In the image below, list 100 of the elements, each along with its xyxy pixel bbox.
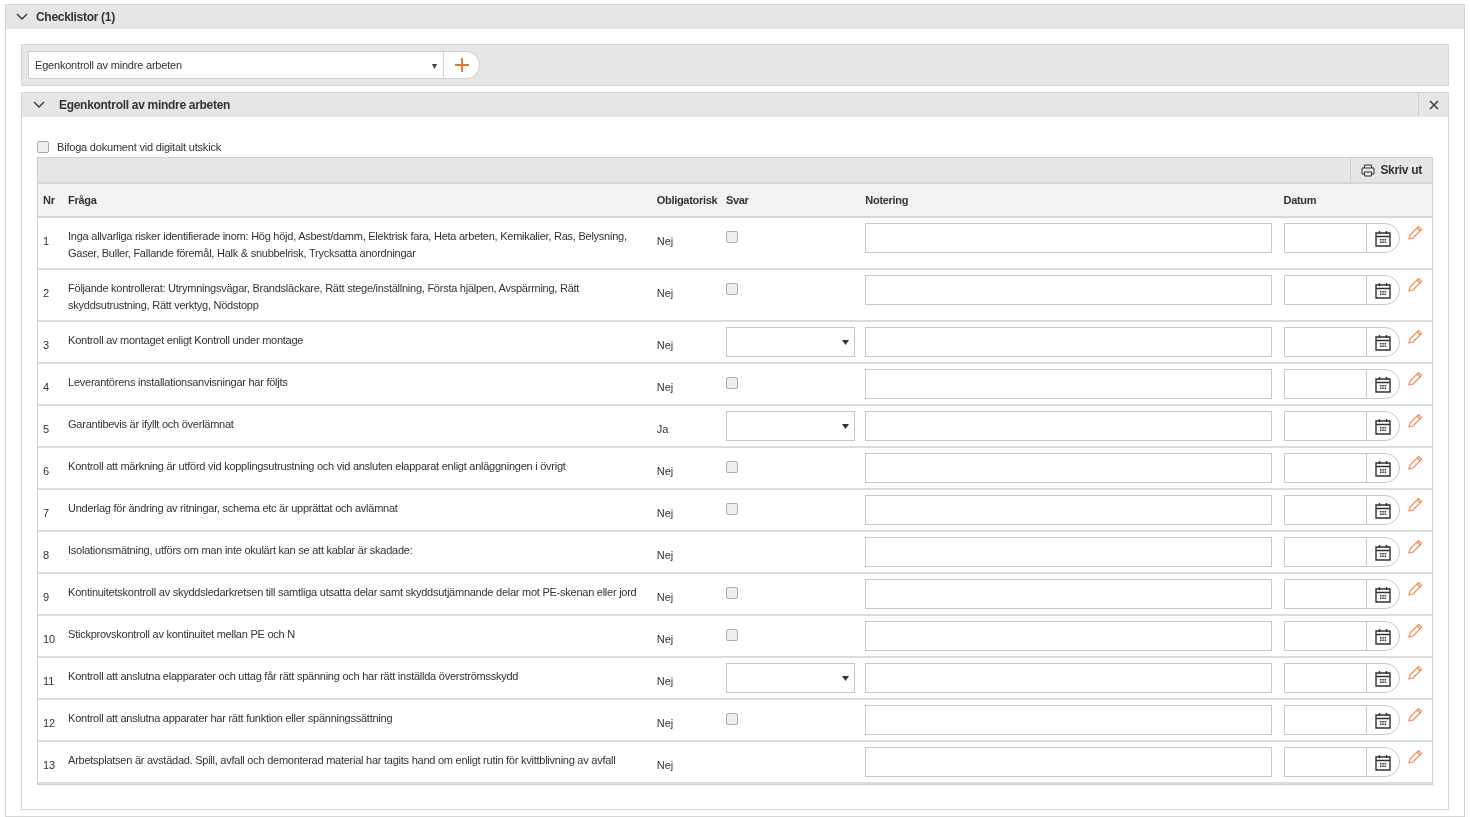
note-field[interactable] xyxy=(865,223,1273,253)
column-header: Fråga xyxy=(68,193,97,206)
calendar-icon[interactable] xyxy=(1374,501,1391,519)
calendar-icon[interactable] xyxy=(1374,375,1391,393)
required-value: Nej xyxy=(656,549,674,561)
calendar-icon[interactable] xyxy=(1374,711,1391,729)
pencil-icon[interactable] xyxy=(1407,707,1423,722)
calendar-icon[interactable] xyxy=(1374,417,1391,435)
answer-checkbox[interactable] xyxy=(725,713,738,725)
printer-icon xyxy=(1361,163,1376,177)
pencil-icon[interactable] xyxy=(1407,413,1423,428)
pencil-icon[interactable] xyxy=(1407,581,1423,596)
calendar-icon[interactable] xyxy=(1374,333,1391,351)
note-field[interactable] xyxy=(865,327,1273,357)
row-number: 9 xyxy=(43,591,50,603)
required-value: Ja xyxy=(656,423,669,435)
note-field[interactable] xyxy=(865,663,1273,693)
note-field[interactable] xyxy=(865,369,1273,399)
note-field[interactable] xyxy=(865,705,1273,735)
row-number: 8 xyxy=(43,549,50,561)
row-number: 4 xyxy=(43,381,50,393)
question-text: Inga allvarliga risker identifierade inom: Hög höjd, Asbest/damm, Elektrisk fara, Heta arbeten, Kemikalier, Ras, Belysning, Gaser, Buller, Fallande föremål, Halk & snubbelrisk, Trycksatta anordningar xyxy=(68,229,628,261)
pencil-icon[interactable] xyxy=(1407,277,1423,292)
pencil-icon[interactable] xyxy=(1407,623,1423,638)
row-number: 5 xyxy=(43,423,50,435)
row-number: 11 xyxy=(43,675,55,687)
calendar-icon[interactable] xyxy=(1374,585,1391,603)
note-field[interactable] xyxy=(865,275,1273,305)
answer-checkbox[interactable] xyxy=(725,461,738,473)
row-number: 12 xyxy=(43,717,56,729)
question-text: Kontroll att anslutna apparater har rätt funktion eller spänningssättning xyxy=(68,711,394,726)
pencil-icon[interactable] xyxy=(1407,225,1423,240)
add-button[interactable] xyxy=(444,51,480,79)
calendar-icon[interactable] xyxy=(1374,229,1391,247)
date-field[interactable] xyxy=(1283,705,1400,735)
required-value: Nej xyxy=(656,235,674,247)
pencil-icon[interactable] xyxy=(1407,539,1423,554)
column-header: Svar xyxy=(725,193,749,206)
note-field[interactable] xyxy=(865,747,1273,777)
note-field[interactable] xyxy=(865,411,1273,441)
date-field[interactable] xyxy=(1283,411,1400,441)
row-number: 10 xyxy=(43,633,56,645)
date-field[interactable] xyxy=(1283,747,1400,777)
question-text: Kontroll att anslutna elapparater och uttag får rätt spänning och har rätt inställda överströmsskydd xyxy=(68,669,520,684)
section-header[interactable]: Checklistor (1) xyxy=(6,5,1464,29)
calendar-icon[interactable] xyxy=(1374,753,1391,771)
checklist-title: Egenkontroll av mindre arbeten xyxy=(59,97,231,114)
answer-checkbox[interactable] xyxy=(725,503,738,515)
date-field[interactable] xyxy=(1283,223,1400,253)
date-field[interactable] xyxy=(1283,621,1400,651)
answer-select[interactable] xyxy=(725,411,855,441)
date-field[interactable] xyxy=(1283,579,1400,609)
required-value: Nej xyxy=(656,675,674,687)
pencil-icon[interactable] xyxy=(1407,371,1423,386)
calendar-icon[interactable] xyxy=(1374,669,1391,687)
section-title: Checklistor (1) xyxy=(36,9,115,26)
calendar-icon[interactable] xyxy=(1374,543,1391,561)
required-value: Nej xyxy=(656,507,674,519)
date-field[interactable] xyxy=(1283,453,1400,483)
checklist-header[interactable]: Egenkontroll av mindre arbeten xyxy=(22,93,1448,117)
pencil-icon[interactable] xyxy=(1407,749,1423,764)
answer-checkbox[interactable] xyxy=(725,587,738,599)
answer-checkbox[interactable] xyxy=(725,231,738,243)
question-text: Isolationsmätning, utförs om man inte okulärt kan se att kablar är skadade: xyxy=(68,543,414,558)
note-field[interactable] xyxy=(865,495,1273,525)
date-field[interactable] xyxy=(1283,537,1400,567)
row-number: 2 xyxy=(43,287,50,299)
row-number: 6 xyxy=(43,465,50,477)
calendar-icon[interactable] xyxy=(1374,281,1391,299)
question-text: Kontroll att märkning är utförd vid kopplingsutrustning och vid ansluten elapparat enligt anläggningen i övrigt xyxy=(68,459,567,474)
calendar-icon[interactable] xyxy=(1374,459,1391,477)
question-text: Leverantörens installationsanvisningar har följts xyxy=(68,375,289,390)
calendar-icon[interactable] xyxy=(1374,627,1391,645)
date-field[interactable] xyxy=(1283,663,1400,693)
caret-icon xyxy=(841,339,849,345)
column-header: Datum xyxy=(1283,193,1317,206)
pencil-icon[interactable] xyxy=(1407,329,1423,344)
pencil-icon[interactable] xyxy=(1407,665,1423,680)
answer-checkbox[interactable] xyxy=(725,283,738,295)
answer-checkbox[interactable] xyxy=(725,629,738,641)
note-field[interactable] xyxy=(865,621,1273,651)
row-number: 13 xyxy=(43,759,56,771)
question-text: Underlag för ändring av ritningar, schema etc är upprättat och avlämnat xyxy=(68,501,399,516)
pencil-icon[interactable] xyxy=(1407,497,1423,512)
answer-checkbox[interactable] xyxy=(725,377,738,389)
answer-select[interactable] xyxy=(725,327,855,357)
answer-select[interactable] xyxy=(725,663,855,693)
note-field[interactable] xyxy=(865,453,1273,483)
date-field[interactable] xyxy=(1283,327,1400,357)
column-header: Nr xyxy=(43,193,55,206)
checkbox[interactable] xyxy=(37,141,49,153)
date-field[interactable] xyxy=(1283,275,1400,305)
date-field[interactable] xyxy=(1283,495,1400,525)
date-field[interactable] xyxy=(1283,369,1400,399)
note-field[interactable] xyxy=(865,537,1273,567)
question-text: Följande kontrollerat: Utrymningsvägar, Brandsläckare, Rätt stege/inställning, Första hjälpen, Avspärrning, Rätt skyddsutrustning, Rätt verktyg, Nödstopp xyxy=(68,281,581,313)
note-field[interactable] xyxy=(865,579,1273,609)
required-value: Nej xyxy=(656,465,674,477)
pencil-icon[interactable] xyxy=(1407,455,1423,470)
template-select[interactable]: Egenkontroll av mindre arbeten ▾ xyxy=(28,51,444,79)
